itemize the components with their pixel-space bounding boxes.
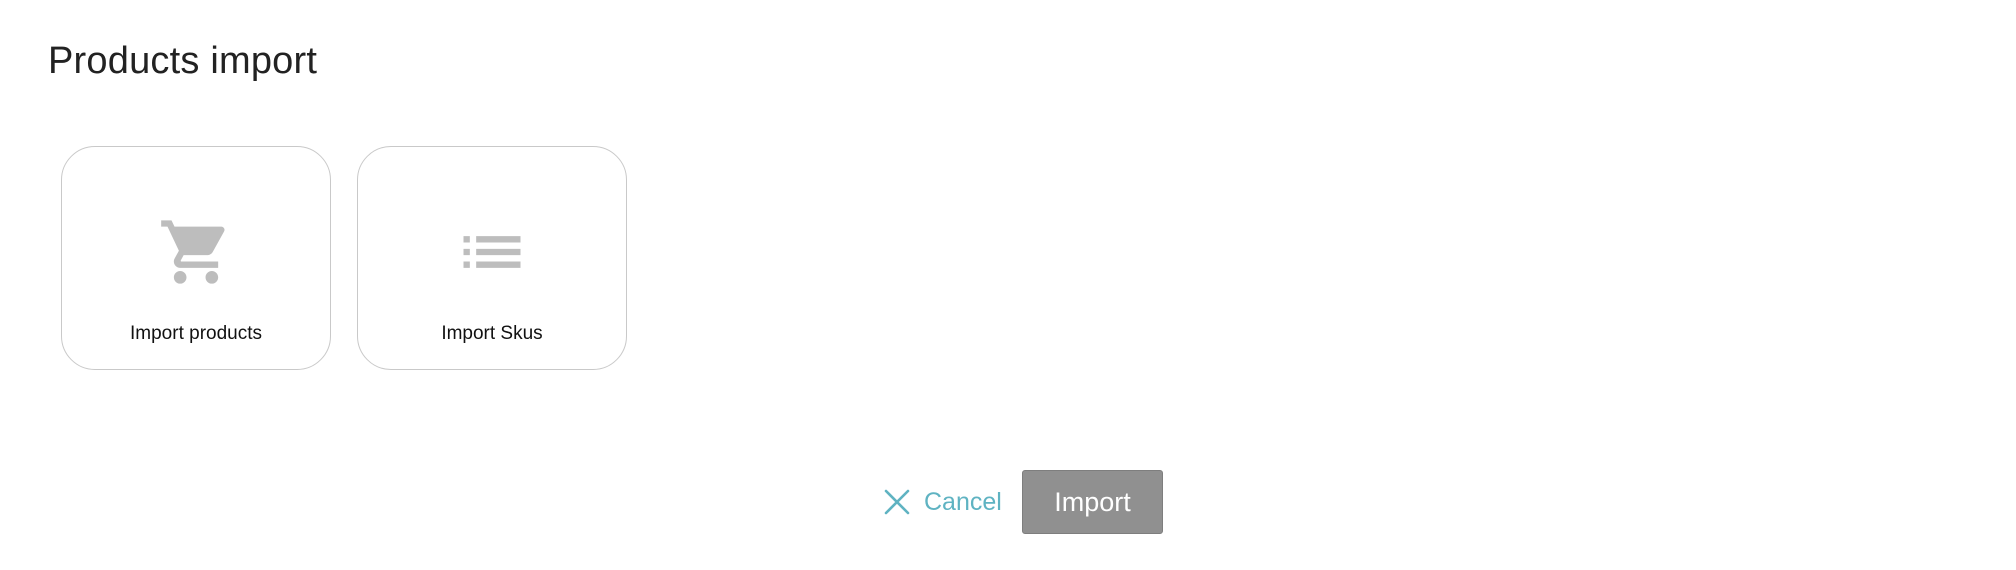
list-icon: [463, 236, 521, 268]
cancel-label: Cancel: [924, 487, 1002, 516]
import-button[interactable]: Import: [1022, 470, 1163, 534]
import-skus-label: Import Skus: [441, 323, 543, 344]
import-products-label: Import products: [130, 323, 262, 344]
cancel-button[interactable]: Cancel: [884, 470, 1002, 534]
import-label: Import: [1054, 486, 1131, 517]
close-icon: [884, 489, 910, 515]
import-options: Import products Import Skus: [61, 146, 627, 370]
dialog-footer: Cancel Import: [0, 470, 2016, 534]
import-skus-card[interactable]: Import Skus: [357, 146, 627, 370]
dialog-title: Products import: [48, 40, 318, 82]
products-import-dialog: Products import Import products Import S…: [0, 0, 2016, 570]
shopping-cart-icon: [161, 220, 225, 284]
import-products-card[interactable]: Import products: [61, 146, 331, 370]
